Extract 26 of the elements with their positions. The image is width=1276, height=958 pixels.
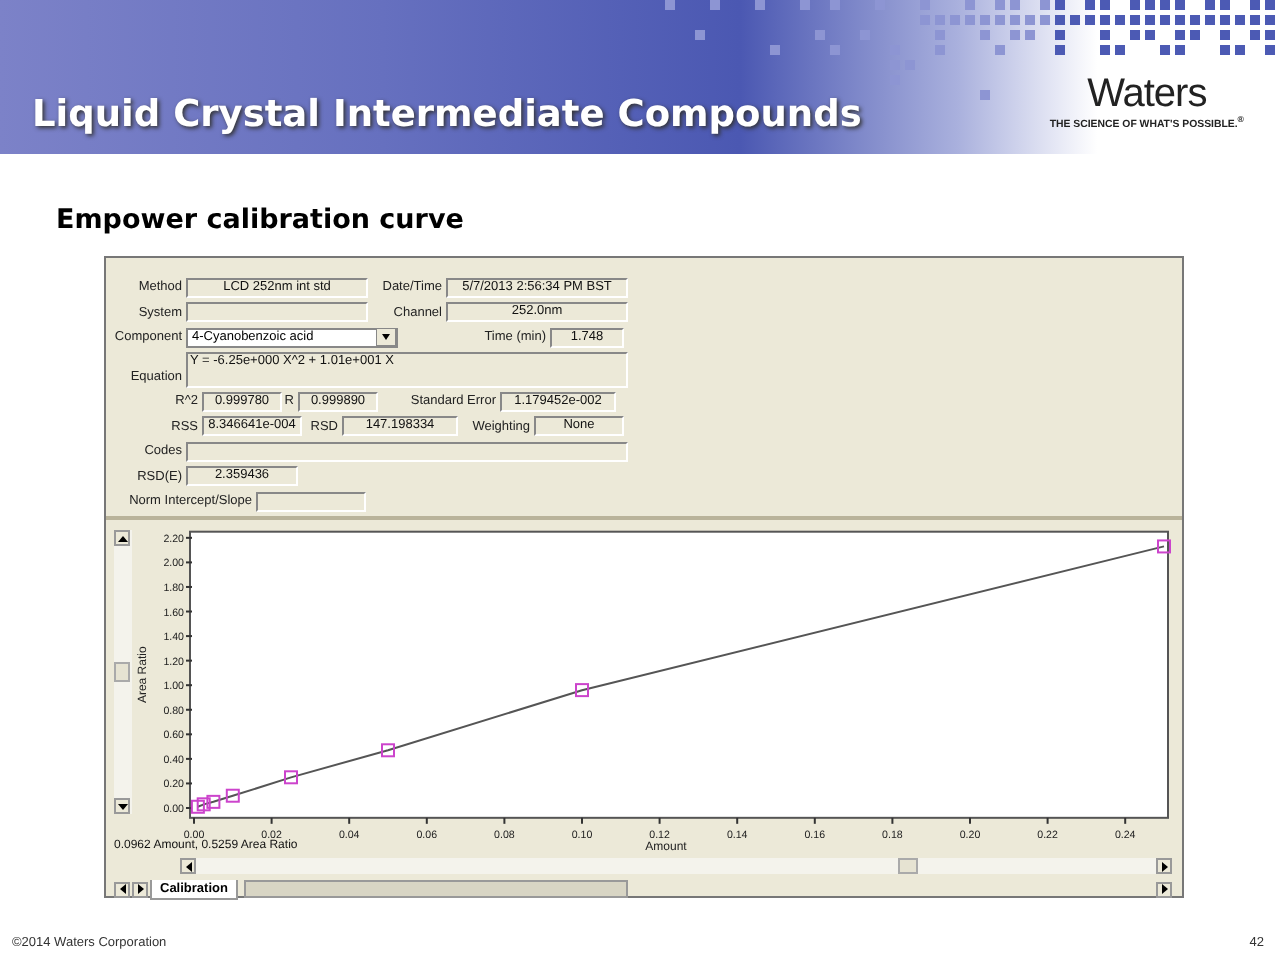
point (1156, 539, 1171, 554)
scroll-right-icon[interactable] (1156, 881, 1172, 897)
scroll-down-icon[interactable] (114, 798, 131, 814)
logo-wordmark: Waters (1087, 74, 1207, 115)
slide-subtitle: Empower calibration curve (56, 204, 466, 238)
point (380, 743, 395, 758)
slide-title: Liquid Crystal Intermediate Compounds (32, 94, 862, 136)
point (206, 794, 221, 809)
point (196, 797, 211, 812)
caret-icon (376, 328, 396, 346)
scroll-right-icon[interactable] (1156, 858, 1172, 874)
scrollbar-thumb[interactable] (898, 858, 918, 874)
scroll-up-icon[interactable] (114, 530, 131, 546)
point (225, 788, 240, 803)
point (574, 683, 589, 698)
scrollbar-thumb[interactable] (114, 662, 131, 682)
tab-left-icon[interactable] (114, 881, 130, 897)
value-field[interactable] (186, 302, 368, 322)
value-field[interactable] (256, 491, 366, 511)
value-field[interactable] (186, 441, 628, 461)
point (190, 799, 205, 814)
horizontal-scrollbar[interactable] (180, 858, 1172, 874)
vertical-scrollbar[interactable] (114, 530, 132, 814)
point (283, 770, 298, 785)
scroll-left-icon[interactable] (180, 858, 196, 874)
tab-right-icon[interactable] (132, 881, 148, 897)
